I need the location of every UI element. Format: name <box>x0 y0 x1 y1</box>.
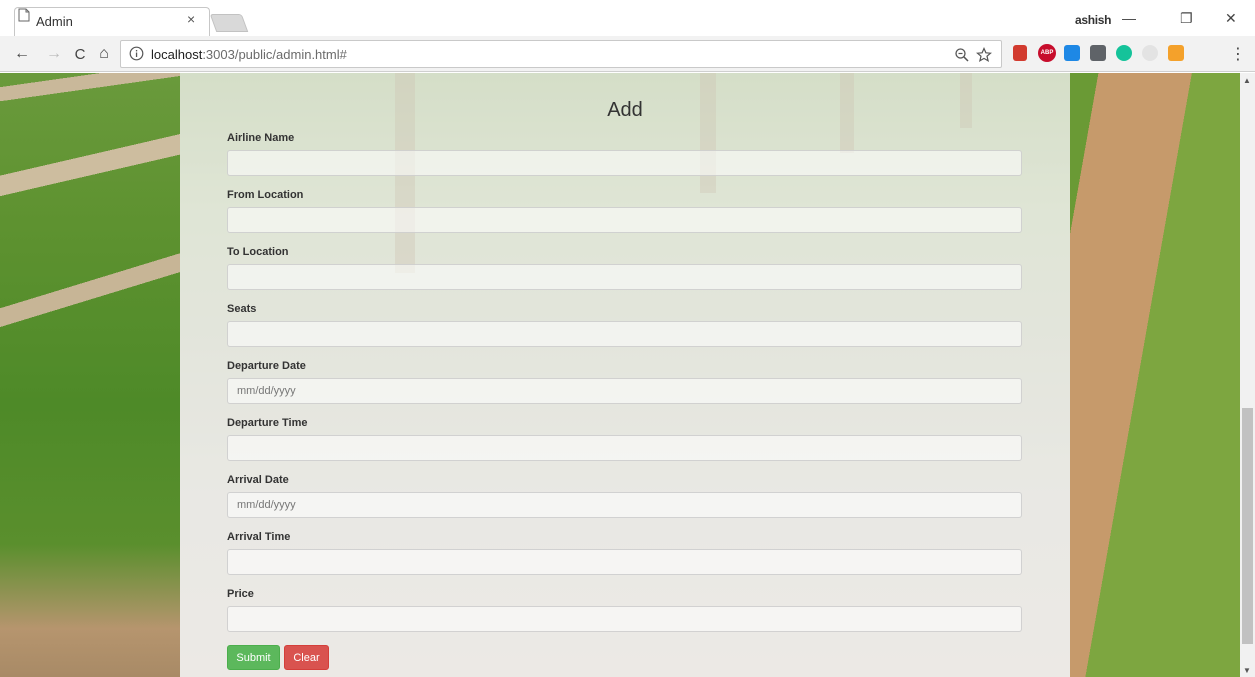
adblock-plus-icon[interactable]: ABP <box>1038 44 1056 62</box>
browser-toolbar: ← → C ⌂ localhost:3003/public/admin.html… <box>0 36 1255 72</box>
new-tab-button[interactable] <box>209 14 249 32</box>
arrival-date-input[interactable] <box>227 492 1022 518</box>
clear-button[interactable]: Clear <box>284 645 329 670</box>
background-right <box>1070 73 1240 677</box>
from-location-input[interactable] <box>227 207 1022 233</box>
price-label: Price <box>227 588 254 600</box>
departure-time-input[interactable] <box>227 435 1022 461</box>
form-title: Add <box>607 99 643 121</box>
minimize-icon[interactable]: — <box>1122 10 1136 26</box>
seats-input[interactable] <box>227 321 1022 347</box>
url-host: localhost <box>151 47 203 62</box>
departure-date-label: Departure Date <box>227 360 306 372</box>
profile-name[interactable]: ashish <box>1075 13 1112 27</box>
bookmark-extension-icon[interactable] <box>1013 45 1027 61</box>
arrival-time-label: Arrival Time <box>227 531 291 543</box>
address-bar[interactable]: localhost:3003/public/admin.html# <box>120 40 1002 68</box>
forward-arrow-icon[interactable]: → <box>44 44 64 64</box>
menu-icon[interactable]: ⋮ <box>1228 44 1248 64</box>
airline-name-input[interactable] <box>227 150 1022 176</box>
reload-icon[interactable]: C <box>70 44 90 64</box>
scroll-down-icon[interactable]: ▼ <box>1243 666 1251 675</box>
departure-time-label: Departure Time <box>227 417 308 429</box>
tab-title: Admin <box>36 14 73 29</box>
bookmark-star-icon[interactable] <box>976 47 992 63</box>
tab-strip: Admin × ashish — ❐ ✕ <box>0 0 1255 36</box>
tab-close-icon[interactable]: × <box>187 12 195 26</box>
from-location-label: From Location <box>227 189 304 201</box>
grammarly-icon[interactable] <box>1116 45 1132 61</box>
zoom-icon[interactable] <box>954 47 970 63</box>
arrival-date-label: Arrival Date <box>227 474 289 486</box>
grey-extension-icon[interactable] <box>1142 45 1158 61</box>
maximize-icon[interactable]: ❐ <box>1180 10 1193 27</box>
submit-button[interactable]: Submit <box>227 645 280 670</box>
home-icon[interactable]: ⌂ <box>94 44 114 64</box>
airline-name-label: Airline Name <box>227 132 295 144</box>
to-location-label: To Location <box>227 246 289 258</box>
page-viewport: Add Airline Name From Location To Locati… <box>0 73 1255 677</box>
close-icon[interactable]: ✕ <box>1225 10 1237 27</box>
square-extension-icon[interactable] <box>1090 45 1106 61</box>
departure-date-input[interactable] <box>227 378 1022 404</box>
arrival-time-input[interactable] <box>227 549 1022 575</box>
seats-label: Seats <box>227 303 257 315</box>
info-icon[interactable] <box>129 46 144 61</box>
page-icon <box>18 8 30 22</box>
tab-extension-icon[interactable] <box>1064 45 1080 61</box>
scrollbar-thumb[interactable] <box>1242 408 1253 644</box>
scroll-up-icon[interactable]: ▲ <box>1243 76 1251 85</box>
price-input[interactable] <box>227 606 1022 632</box>
background-left <box>0 73 180 677</box>
back-arrow-icon[interactable]: ← <box>12 44 32 64</box>
url-path: :3003/public/admin.html# <box>202 47 347 62</box>
to-location-input[interactable] <box>227 264 1022 290</box>
url-text[interactable]: localhost:3003/public/admin.html# <box>151 47 347 62</box>
color-extension-icon[interactable] <box>1168 45 1184 61</box>
